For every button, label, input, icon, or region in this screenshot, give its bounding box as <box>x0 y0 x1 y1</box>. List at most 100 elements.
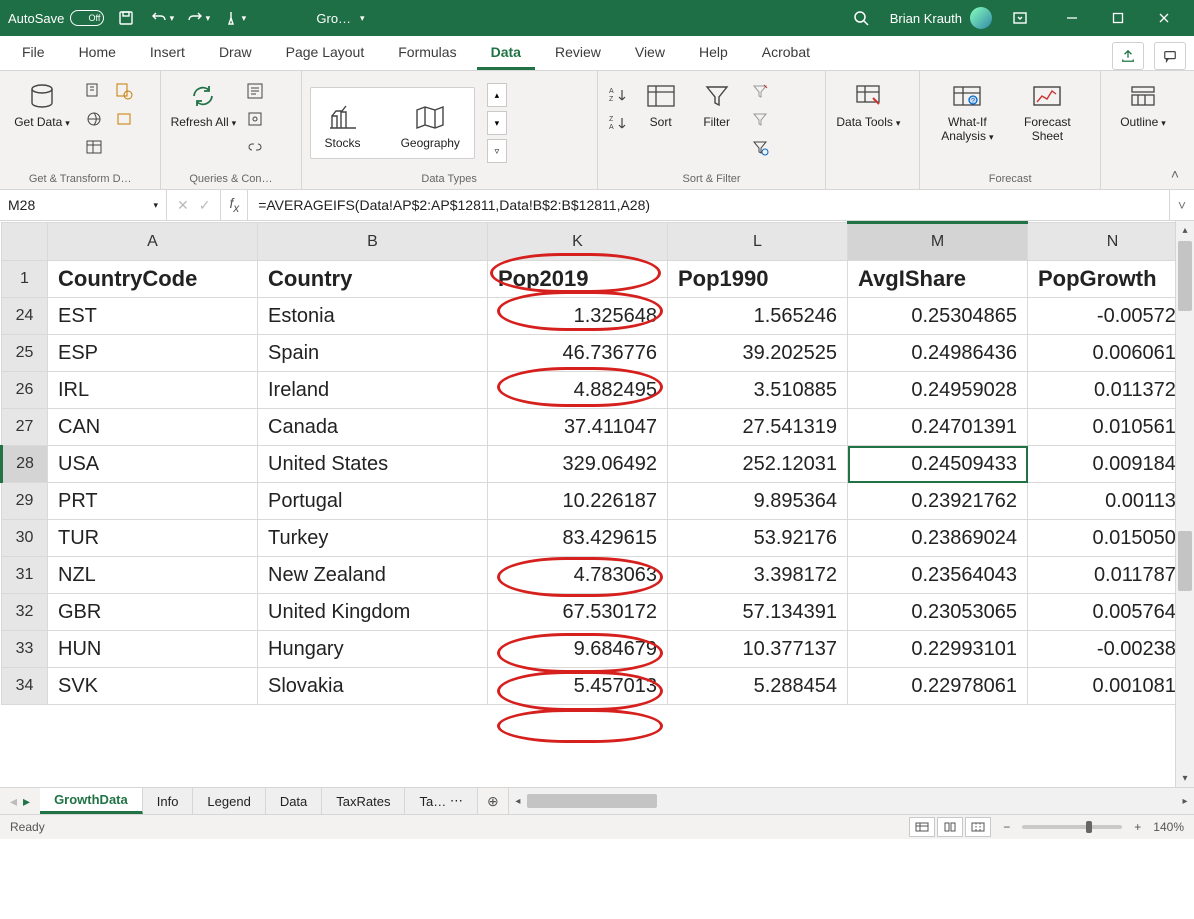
col-header-L[interactable]: L <box>668 223 848 261</box>
cell[interactable]: 0.23869024 <box>848 520 1028 557</box>
autosave-control[interactable]: AutoSave Off <box>8 10 104 26</box>
maximize-icon[interactable] <box>1096 4 1140 32</box>
cell[interactable]: 27.541319 <box>668 409 848 446</box>
tab-review[interactable]: Review <box>541 38 615 70</box>
from-table-icon[interactable] <box>82 135 106 159</box>
scroll-thumb[interactable] <box>1178 531 1192 591</box>
cell[interactable]: 0.0057644 <box>1028 594 1194 631</box>
edit-links-icon[interactable] <box>243 135 267 159</box>
row-header[interactable]: 33 <box>2 631 48 668</box>
cell[interactable]: 10.226187 <box>488 483 668 520</box>
cell[interactable]: Estonia <box>258 298 488 335</box>
tab-acrobat[interactable]: Acrobat <box>748 38 824 70</box>
cell[interactable]: 0.0117877 <box>1028 557 1194 594</box>
sort-asc-icon[interactable]: AZ <box>606 83 630 107</box>
tab-draw[interactable]: Draw <box>205 38 266 70</box>
vertical-scrollbar[interactable]: ▴ ▾ <box>1175 221 1194 787</box>
close-icon[interactable] <box>1142 4 1186 32</box>
cell[interactable]: 10.377137 <box>668 631 848 668</box>
cell[interactable]: 0.0091844 <box>1028 446 1194 483</box>
cell[interactable]: 329.06492 <box>488 446 668 483</box>
tab-page-layout[interactable]: Page Layout <box>272 38 379 70</box>
outline-button[interactable]: Outline▾ <box>1109 75 1177 130</box>
name-box[interactable]: M28 ▾ <box>0 190 167 220</box>
scroll-thumb[interactable] <box>1178 241 1192 311</box>
cancel-formula-icon[interactable]: ✕ <box>177 197 189 214</box>
row-header[interactable]: 32 <box>2 594 48 631</box>
cell[interactable]: TUR <box>48 520 258 557</box>
data-types-down[interactable]: ▾ <box>487 111 507 135</box>
clear-filter-icon[interactable] <box>748 79 772 103</box>
row-header[interactable]: 34 <box>2 668 48 705</box>
cell[interactable]: Pop2019 <box>488 261 668 298</box>
enter-formula-icon[interactable]: ✓ <box>199 197 211 214</box>
cell[interactable]: SVK <box>48 668 258 705</box>
tab-home[interactable]: Home <box>65 38 130 70</box>
tab-help[interactable]: Help <box>685 38 742 70</box>
page-layout-view-icon[interactable] <box>937 817 963 837</box>
undo-icon[interactable]: ▾ <box>148 4 176 32</box>
scroll-up-icon[interactable]: ▴ <box>1176 221 1194 239</box>
cell[interactable]: Portugal <box>258 483 488 520</box>
search-icon[interactable] <box>846 5 876 31</box>
geography-button[interactable]: Geography <box>401 96 460 151</box>
scroll-thumb[interactable] <box>527 794 657 808</box>
cell[interactable]: 0.22993101 <box>848 631 1028 668</box>
cell[interactable]: 53.92176 <box>668 520 848 557</box>
cell[interactable]: Country <box>258 261 488 298</box>
sheet-tab[interactable]: TaxRates <box>322 788 405 814</box>
cell[interactable]: 0.0105613 <box>1028 409 1194 446</box>
sheet-tab[interactable]: Legend <box>193 788 265 814</box>
from-web-icon[interactable] <box>82 107 106 131</box>
sheet-tab[interactable]: Ta… ⋯ <box>405 788 477 814</box>
cell[interactable]: New Zealand <box>258 557 488 594</box>
cell[interactable]: 0.24701391 <box>848 409 1028 446</box>
cell[interactable]: 0.0150506 <box>1028 520 1194 557</box>
cell[interactable]: CountryCode <box>48 261 258 298</box>
row-header[interactable]: 1 <box>2 261 48 298</box>
row-header[interactable]: 30 <box>2 520 48 557</box>
cell[interactable]: 0.0113720 <box>1028 372 1194 409</box>
recent-sources-icon[interactable] <box>112 79 136 103</box>
chevron-down-icon[interactable]: ▾ <box>360 13 365 24</box>
chevron-down-icon[interactable]: ▾ <box>153 200 158 211</box>
queries-icon[interactable] <box>243 79 267 103</box>
cell[interactable]: 9.895364 <box>668 483 848 520</box>
tab-data[interactable]: Data <box>477 38 535 70</box>
cell[interactable]: 3.510885 <box>668 372 848 409</box>
sheet-tab[interactable]: Info <box>143 788 194 814</box>
expand-formula-bar-icon[interactable]: ˅ <box>1169 190 1194 220</box>
cell[interactable]: 37.411047 <box>488 409 668 446</box>
whatif-button[interactable]: ? What-If Analysis▾ <box>928 75 1006 144</box>
data-types-up[interactable]: ▴ <box>487 83 507 107</box>
cell[interactable]: United States <box>258 446 488 483</box>
redo-icon[interactable]: ▾ <box>184 4 212 32</box>
refresh-all-button[interactable]: Refresh All▾ <box>169 75 237 130</box>
zoom-slider[interactable] <box>1022 825 1122 829</box>
zoom-out-icon[interactable]: − <box>1003 820 1010 834</box>
cell[interactable]: -0.005729 <box>1028 298 1194 335</box>
cell[interactable]: 0.24509433 <box>848 446 1028 483</box>
reapply-icon[interactable] <box>748 107 772 131</box>
cell[interactable]: AvgIShare <box>848 261 1028 298</box>
comments-icon[interactable] <box>1154 42 1186 70</box>
from-text-icon[interactable] <box>82 79 106 103</box>
cell[interactable]: Spain <box>258 335 488 372</box>
cell[interactable]: 0.23053065 <box>848 594 1028 631</box>
user-account[interactable]: Brian Krauth <box>890 7 992 29</box>
cell[interactable]: 4.882495 <box>488 372 668 409</box>
scroll-left-icon[interactable]: ◂ <box>509 796 527 807</box>
col-header-B[interactable]: B <box>258 223 488 261</box>
cell[interactable]: 0.25304865 <box>848 298 1028 335</box>
cell[interactable]: 0.23921762 <box>848 483 1028 520</box>
cell[interactable]: 0.24986436 <box>848 335 1028 372</box>
row-header[interactable]: 24 <box>2 298 48 335</box>
data-tools-button[interactable]: Data Tools▾ <box>834 75 902 130</box>
cell[interactable]: United Kingdom <box>258 594 488 631</box>
cell[interactable]: 4.783063 <box>488 557 668 594</box>
cell[interactable]: 0.001133 <box>1028 483 1194 520</box>
cell[interactable]: 0.23564043 <box>848 557 1028 594</box>
cell[interactable]: USA <box>48 446 258 483</box>
cell[interactable]: 0.0060617 <box>1028 335 1194 372</box>
normal-view-icon[interactable] <box>909 817 935 837</box>
